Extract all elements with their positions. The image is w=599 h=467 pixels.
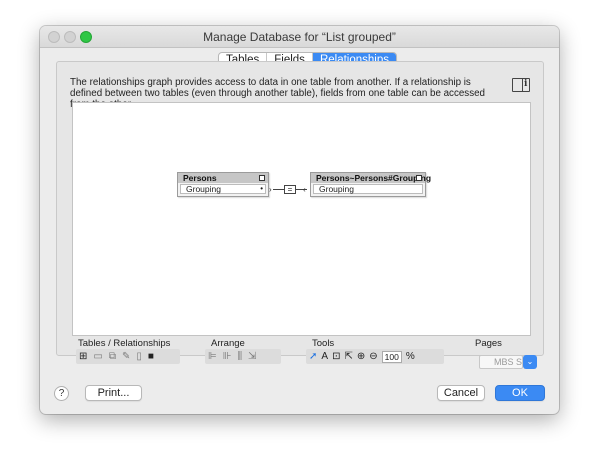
tools-tools: ➚ A ⊡ ⇱ ⊕ ⊖ 100 % (306, 349, 444, 364)
field-tool-icon[interactable]: ⊡ (332, 351, 340, 363)
duplicate-icon[interactable]: ⧉ (109, 351, 116, 363)
relationships-graph[interactable]: Persons Grouping • › = ‹ Persons~Persons… (72, 102, 531, 336)
cancel-button[interactable]: Cancel (437, 385, 485, 401)
select-tool-icon[interactable]: ⇱ (344, 351, 352, 363)
title-bar: Manage Database for “List grouped” (40, 26, 559, 48)
table-header: Persons~Persons#Grouping (311, 173, 431, 183)
delete-icon[interactable]: ▯ (136, 351, 142, 363)
arrange-tools: ⊫ ⊪ ⫼ ⇲ (205, 349, 281, 364)
ok-button[interactable]: OK (495, 385, 545, 401)
resize-icon[interactable]: ⇲ (248, 351, 256, 363)
field-row[interactable]: Grouping • (180, 184, 266, 194)
table-occurrence-persons-grouping[interactable]: Persons~Persons#Grouping Grouping (310, 172, 431, 197)
edit-icon[interactable]: ✎ (122, 351, 130, 363)
graph-toolbar: Tables / Relationships ⊞ ▭ ⧉ ✎ ▯ ■ Arran… (56, 336, 544, 374)
crow-foot-right-icon: ‹ (303, 185, 306, 194)
print-button[interactable]: Print... (85, 385, 142, 401)
info-glyph-icon: i (524, 79, 528, 89)
divider (522, 79, 523, 91)
align-left-icon[interactable]: ⊫ (208, 351, 217, 363)
distribute-icon[interactable]: ⫼ (237, 351, 242, 363)
field-row[interactable]: Grouping (313, 184, 423, 194)
zoom-unit: % (405, 350, 415, 362)
pages-label: Pages (475, 338, 502, 349)
tables-relationships-label: Tables / Relationships (78, 338, 171, 349)
chevron-down-icon[interactable]: ⌄ (523, 355, 537, 369)
note-icon[interactable]: ■ (148, 351, 154, 363)
window-title: Manage Database for “List grouped” (203, 30, 396, 44)
field-name: Grouping (319, 184, 354, 194)
pages-overlay-field[interactable]: MBS S (479, 355, 523, 369)
collapse-icon[interactable] (416, 175, 422, 181)
add-relationship-icon[interactable]: ▭ (93, 351, 102, 363)
zoom-level-field[interactable]: 100 (381, 350, 402, 363)
zoom-out-icon[interactable]: ⊖ (369, 351, 377, 363)
relationship-line-left (273, 189, 284, 190)
text-tool-icon[interactable]: A (321, 351, 328, 363)
tables-tools: ⊞ ▭ ⧉ ✎ ▯ ■ (76, 349, 180, 364)
key-dot-icon: • (260, 184, 263, 193)
field-name: Grouping (186, 184, 221, 194)
table-name: Persons (183, 173, 217, 183)
zoom-in-icon[interactable]: ⊕ (357, 351, 365, 363)
info-panel-icon[interactable]: i (512, 78, 530, 92)
collapse-icon[interactable] (259, 175, 265, 181)
pointer-tool-icon[interactable]: ➚ (309, 351, 317, 363)
table-header: Persons (178, 173, 268, 183)
manage-database-window: Manage Database for “List grouped” Table… (40, 26, 559, 414)
crow-foot-left-icon: › (269, 185, 272, 194)
help-button[interactable]: ? (54, 386, 69, 401)
add-table-icon[interactable]: ⊞ (79, 351, 87, 363)
table-name: Persons~Persons#Grouping (316, 173, 432, 183)
tools-label: Tools (312, 338, 335, 349)
table-occurrence-persons[interactable]: Persons Grouping • (177, 172, 269, 197)
align-right-icon[interactable]: ⊪ (223, 351, 232, 363)
arrange-label: Arrange (211, 338, 245, 349)
relationships-panel: The relationships graph provides access … (56, 61, 544, 356)
relationship-operator[interactable]: = (284, 185, 296, 194)
